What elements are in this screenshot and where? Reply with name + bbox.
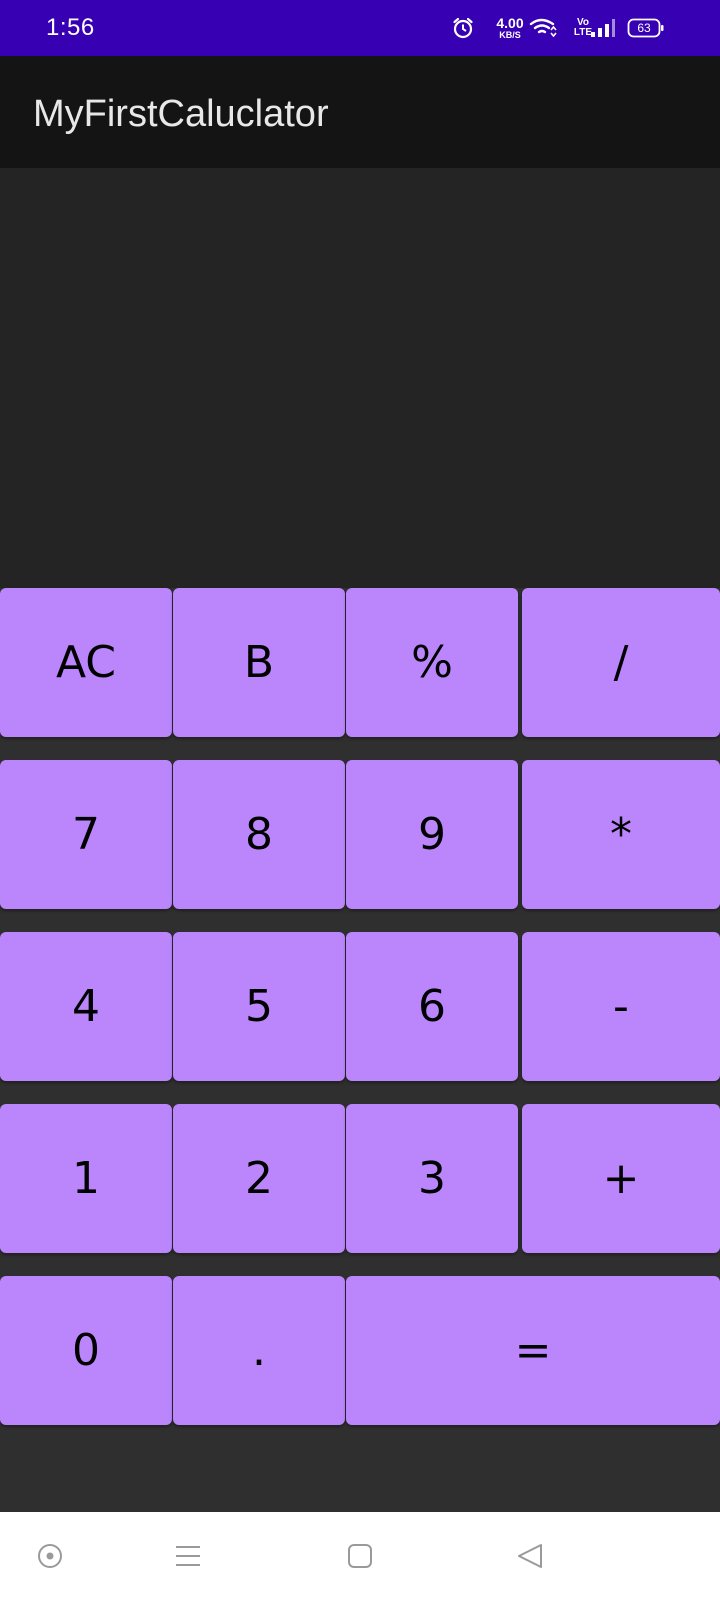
assistant-icon[interactable] xyxy=(20,1526,80,1586)
calculator-display xyxy=(0,168,720,588)
back-icon[interactable] xyxy=(500,1526,560,1586)
navigation-bar xyxy=(0,1512,720,1600)
network-speed-unit: KB/S xyxy=(499,30,521,40)
menu-icon[interactable] xyxy=(158,1526,218,1586)
screen: 1:56 4.00 KB/S Vo LTE 63 MyFirstCaluclat… xyxy=(0,0,720,1600)
key-8[interactable]: 8 xyxy=(173,760,345,909)
wifi-icon xyxy=(528,0,558,56)
battery-level: 63 xyxy=(637,21,651,35)
key-5[interactable]: 5 xyxy=(173,932,345,1081)
key-equals[interactable]: = xyxy=(346,1276,720,1425)
key-divide[interactable]: / xyxy=(522,588,720,737)
alarm-icon xyxy=(450,0,476,56)
home-icon[interactable] xyxy=(330,1526,390,1586)
key-add[interactable]: + xyxy=(522,1104,720,1253)
network-speed: 4.00 KB/S xyxy=(491,0,529,56)
key-percent[interactable]: % xyxy=(346,588,518,737)
network-speed-value: 4.00 xyxy=(496,15,524,31)
battery-icon: 63 xyxy=(626,0,666,56)
key-1[interactable]: 1 xyxy=(0,1104,172,1253)
app-bar: MyFirstCaluclator xyxy=(0,56,720,168)
key-6[interactable]: 6 xyxy=(346,932,518,1081)
key-9[interactable]: 9 xyxy=(346,760,518,909)
key-3[interactable]: 3 xyxy=(346,1104,518,1253)
status-time: 1:56 xyxy=(46,14,95,41)
signal-icon xyxy=(589,0,617,56)
app-title: MyFirstCaluclator xyxy=(33,93,329,135)
key-4[interactable]: 4 xyxy=(0,932,172,1081)
key-0[interactable]: 0 xyxy=(0,1276,172,1425)
key-backspace[interactable]: B xyxy=(173,588,345,737)
key-2[interactable]: 2 xyxy=(173,1104,345,1253)
key-7[interactable]: 7 xyxy=(0,760,172,909)
status-bar: 1:56 4.00 KB/S Vo LTE 63 xyxy=(0,0,720,56)
key-multiply[interactable]: * xyxy=(522,760,720,909)
key-ac[interactable]: AC xyxy=(0,588,172,737)
key-decimal[interactable]: . xyxy=(173,1276,345,1425)
keypad: AC B%/ 7 8 9 * 4 5 6- 1 2 3 +0. = xyxy=(0,588,720,1512)
key-subtract[interactable]: - xyxy=(522,932,720,1081)
